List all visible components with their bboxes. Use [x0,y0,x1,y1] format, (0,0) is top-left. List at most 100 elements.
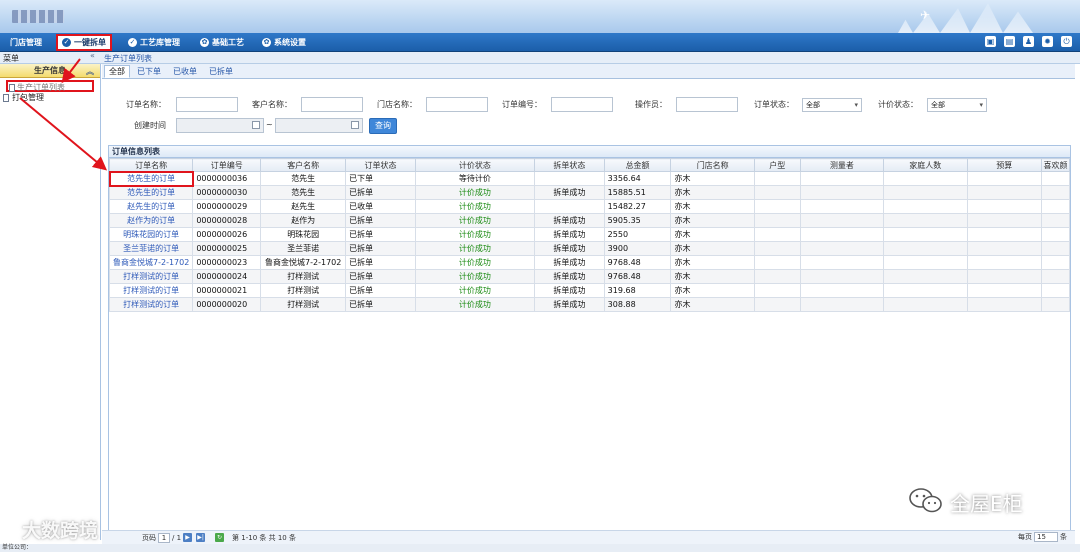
table-cell: 已拆单 [345,297,416,312]
order-name-input[interactable] [176,97,238,112]
operator-input[interactable] [676,97,738,112]
calendar-icon[interactable] [252,121,260,129]
nav-craft-library[interactable]: ✓ 工艺库管理 [124,35,184,50]
table-cell: 0000000026 [192,227,262,242]
users-icon[interactable]: ♟ [1023,36,1034,47]
order-name-link[interactable]: 明珠花园的订单 [108,227,194,242]
table-row[interactable]: 打样测试的订单 0000000024 打样测试 已拆单 计价成功 拆单成功 9768.48 亦… [108,269,1071,284]
column-header[interactable]: 订单状态 [345,158,416,172]
order-status-select[interactable]: 全部 [802,98,862,112]
order-name-link[interactable]: 范先生的订单 [108,170,194,187]
order-name-link[interactable]: 赵作为的订单 [108,213,194,228]
order-name-link[interactable]: 圣兰菲诺的订单 [108,241,194,256]
table-row[interactable]: 范先生的订单 0000000030 范先生 已拆单 计价成功 拆单成功 15885.51 亦木 [108,185,1071,200]
order-no-input[interactable] [551,97,613,112]
table-cell [883,297,968,312]
table-cell: 亦木 [670,269,755,284]
company-logo [12,10,64,23]
order-name-link[interactable]: 打样测试的订单 [108,269,194,284]
range-separator: ~ [266,120,273,129]
collapse-sidebar-button[interactable]: « [90,51,95,60]
monitor-icon[interactable]: ▣ [985,36,996,47]
sidebar-item-production-orders[interactable]: 生产订单列表 [6,80,94,92]
column-header[interactable]: 测量者 [799,158,885,172]
table-cell [753,185,801,200]
exit-icon[interactable]: ⏻ [1061,36,1072,47]
column-header[interactable]: 预算 [966,158,1042,172]
gear-icon[interactable]: ✹ [1042,36,1053,47]
created-start-input[interactable] [176,118,264,133]
column-header[interactable]: 家庭人数 [883,158,968,172]
refresh-icon[interactable]: ↻ [215,533,225,542]
table-cell [753,269,801,284]
page-size-select[interactable]: 15 [1034,532,1058,542]
order-name-link[interactable]: 鲁商金悦城7-2-1702 [108,255,194,270]
document-icon[interactable]: ▤ [1004,36,1015,47]
table-cell: 319.68 [603,283,672,298]
column-header[interactable]: 总金额 [603,158,672,172]
table-row[interactable]: 打样测试的订单 0000000020 打样测试 已拆单 计价成功 拆单成功 308.88 亦木 [108,297,1071,312]
column-header[interactable]: 门店名称 [670,158,755,172]
table-cell: 拆单成功 [533,185,605,200]
table-row[interactable]: 范先生的订单 0000000036 范先生 已下单 等待计价 3356.64 亦木 [108,170,1071,187]
page-number-input[interactable]: 1 [158,532,170,543]
nav-system-settings[interactable]: ✿ 系统设置 [258,35,310,50]
table-cell: 9768.48 [603,255,672,270]
price-status-cell: 计价成功 [414,199,535,214]
customer-name-input[interactable] [301,97,363,112]
price-status-cell: 计价成功 [414,283,535,298]
column-header[interactable]: 喜欢颜 [1040,158,1071,172]
table-cell [799,185,885,200]
order-name-link[interactable]: 范先生的订单 [108,185,194,200]
table-cell [799,255,885,270]
table-row[interactable]: 赵作为的订单 0000000028 赵作为 已拆单 计价成功 拆单成功 5905.35 亦木 [108,213,1071,228]
tab-split[interactable]: 已拆单 [204,65,238,78]
sidebar-group-header[interactable]: 生产信息 ︽ [0,64,100,78]
breadcrumb-current: 生产订单列表 [104,54,152,63]
table-cell [1040,199,1071,214]
column-header[interactable]: 拆单状态 [533,158,605,172]
watermark-left: 大数跨境 [22,520,99,542]
order-name-link[interactable]: 打样测试的订单 [108,297,194,312]
table-cell: 明珠花园 [260,227,347,242]
table-cell [883,255,968,270]
order-no-label: 订单编号： [502,100,542,109]
column-header[interactable]: 户型 [753,158,801,172]
tab-all[interactable]: 全部 [104,65,130,78]
nav-one-click-split[interactable]: ✓ 一键拆单 [56,34,112,51]
check-circle-icon: ✓ [128,38,137,47]
table-row[interactable]: 圣兰菲诺的订单 0000000025 圣兰菲诺 已拆单 计价成功 拆单成功 3900 亦木 [108,241,1071,256]
table-row[interactable]: 明珠花园的订单 0000000026 明珠花园 已拆单 计价成功 拆单成功 2550 亦木 [108,227,1071,242]
price-status-select[interactable]: 全部 [927,98,987,112]
table-cell: 已拆单 [345,227,416,242]
column-header[interactable]: 客户名称 [260,158,347,172]
order-name-link[interactable]: 赵先生的订单 [108,199,194,214]
toolbar-icons: ▣ ▤ ♟ ✹ ⏻ [985,36,1072,47]
query-button[interactable]: 查询 [369,118,397,134]
collapse-up-icon[interactable]: ︽ [86,66,94,77]
column-header[interactable]: 计价状态 [414,158,535,172]
last-page-icon[interactable]: ▶| [196,533,206,542]
table-cell [966,171,1042,186]
table-cell [753,283,801,298]
nav-store-management[interactable]: 门店管理 [6,35,46,50]
table-row[interactable]: 赵先生的订单 0000000029 赵先生 已收单 计价成功 15482.27 亦木 [108,199,1071,214]
calendar-icon[interactable] [351,121,359,129]
next-page-icon[interactable]: ▶ [183,533,193,542]
tab-received[interactable]: 已收单 [168,65,202,78]
table-cell: 打样测试 [260,283,347,298]
created-end-input[interactable] [275,118,363,133]
table-cell [966,199,1042,214]
tab-ordered[interactable]: 已下单 [132,65,166,78]
order-name-link[interactable]: 打样测试的订单 [108,283,194,298]
column-header[interactable]: 订单编号 [192,158,262,172]
sidebar-item-label: 生产订单列表 [17,83,65,92]
document-icon [3,94,9,102]
table-cell [883,241,968,256]
table-row[interactable]: 鲁商金悦城7-2-1702 0000000023 鲁商金悦城7-2-1702 已拆单计… [108,255,1071,270]
sidebar-item-packaging[interactable]: 打包管理 [0,92,100,104]
nav-basic-craft[interactable]: ✿ 基础工艺 [196,35,248,50]
store-name-input[interactable] [426,97,488,112]
table-row[interactable]: 打样测试的订单 0000000021 打样测试 已拆单 计价成功 拆单成功 319.68 亦木 [108,283,1071,298]
column-header[interactable]: 订单名称 [108,158,194,172]
